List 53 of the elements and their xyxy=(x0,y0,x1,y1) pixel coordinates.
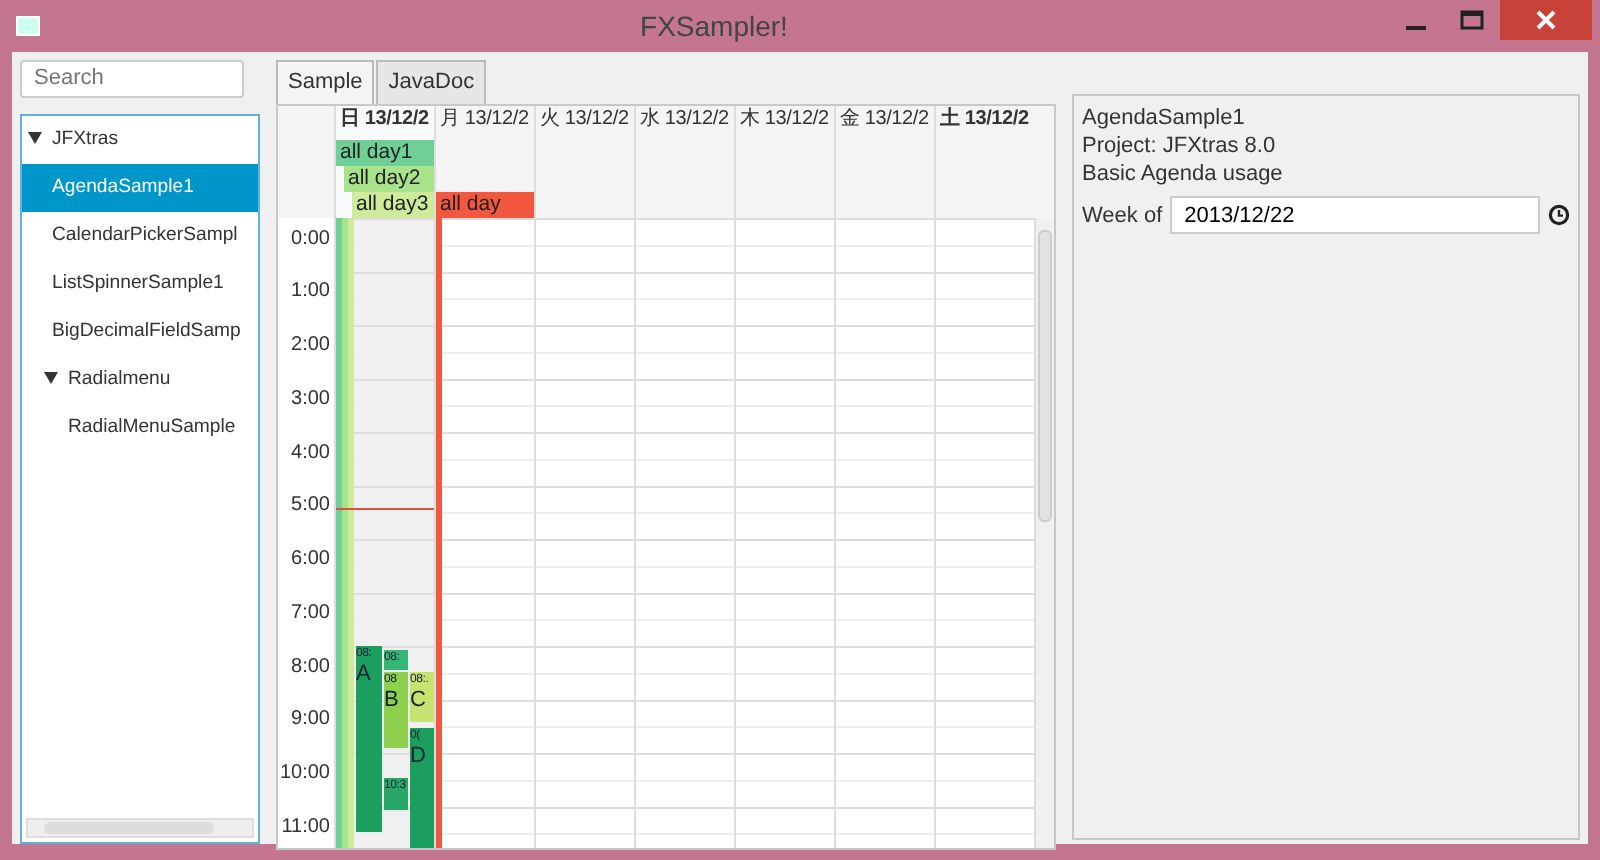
day-header: 火 13/12/2 xyxy=(538,105,631,133)
close-button[interactable] xyxy=(1500,0,1592,40)
app-icon xyxy=(16,16,40,36)
time-label: 4:00 xyxy=(289,439,332,467)
current-time-line xyxy=(336,508,434,511)
expanded-arrow-icon[interactable] xyxy=(28,130,44,147)
event-title: C xyxy=(410,687,428,712)
minimize-icon xyxy=(1406,26,1426,30)
time-label: 8:00 xyxy=(289,653,332,681)
tree-item[interactable]: RadialMenuSample xyxy=(22,403,258,452)
time-label: 11:00 xyxy=(279,813,332,842)
time-label: 6:00 xyxy=(289,546,332,574)
time-label: 0:00 xyxy=(289,225,332,253)
close-icon xyxy=(1536,10,1556,30)
expanded-arrow-icon[interactable] xyxy=(44,370,60,387)
maximize-icon xyxy=(1460,10,1484,30)
all-day-event[interactable]: all day xyxy=(436,191,534,217)
tree-item[interactable]: ListSpinnerSample1 xyxy=(22,259,258,308)
all-day-event[interactable]: all day2 xyxy=(344,165,434,191)
time-label: 5:00 xyxy=(289,492,332,521)
event-title: D xyxy=(410,743,428,768)
tab[interactable]: JavaDoc xyxy=(376,60,487,103)
time-label: 3:00 xyxy=(289,385,332,414)
all-day-event[interactable]: all day3 xyxy=(352,191,434,217)
project-label: Project: JFXtras 8.0 xyxy=(1082,132,1278,160)
time-label: 2:00 xyxy=(289,332,332,360)
date-field[interactable]: 2013/12/22 xyxy=(1170,196,1540,234)
day-header: 水 13/12/2 xyxy=(638,105,731,133)
day-header: 金 13/12/2 xyxy=(838,105,931,133)
tree-item[interactable]: CalendarPickerSampl xyxy=(22,211,258,260)
time-label: 1:00 xyxy=(289,278,332,307)
all-day-event[interactable]: all day1 xyxy=(336,139,434,165)
tab[interactable]: Sample xyxy=(276,60,375,103)
horizontal-scrollbar[interactable] xyxy=(26,818,254,838)
time-label: 7:00 xyxy=(289,599,332,628)
sample-title: AgendaSample1 xyxy=(1082,104,1247,132)
time-label: 10:00 xyxy=(278,760,332,788)
week-label: Week of xyxy=(1082,201,1163,229)
tree-item[interactable]: JFXtras xyxy=(22,115,258,164)
day-header: 土 13/12/2 xyxy=(938,105,1031,133)
window-title: FXSampler! xyxy=(638,7,790,46)
day-header: 月 13/12/2 xyxy=(438,105,531,133)
clock-icon[interactable] xyxy=(1548,204,1570,226)
event-title: A xyxy=(356,661,373,685)
event-title: B xyxy=(384,687,401,712)
tree-item[interactable]: Radialmenu xyxy=(22,355,258,404)
search-field[interactable]: Search xyxy=(20,60,244,98)
description-text: Basic Agenda usage xyxy=(1082,160,1285,188)
time-label: 9:00 xyxy=(289,706,332,735)
day-header: 日 13/12/2 xyxy=(338,105,431,133)
tree-item[interactable]: BigDecimalFieldSamp xyxy=(22,307,258,356)
vertical-scrollbar[interactable] xyxy=(1034,217,1054,847)
day-header: 木 13/12/2 xyxy=(738,105,831,133)
